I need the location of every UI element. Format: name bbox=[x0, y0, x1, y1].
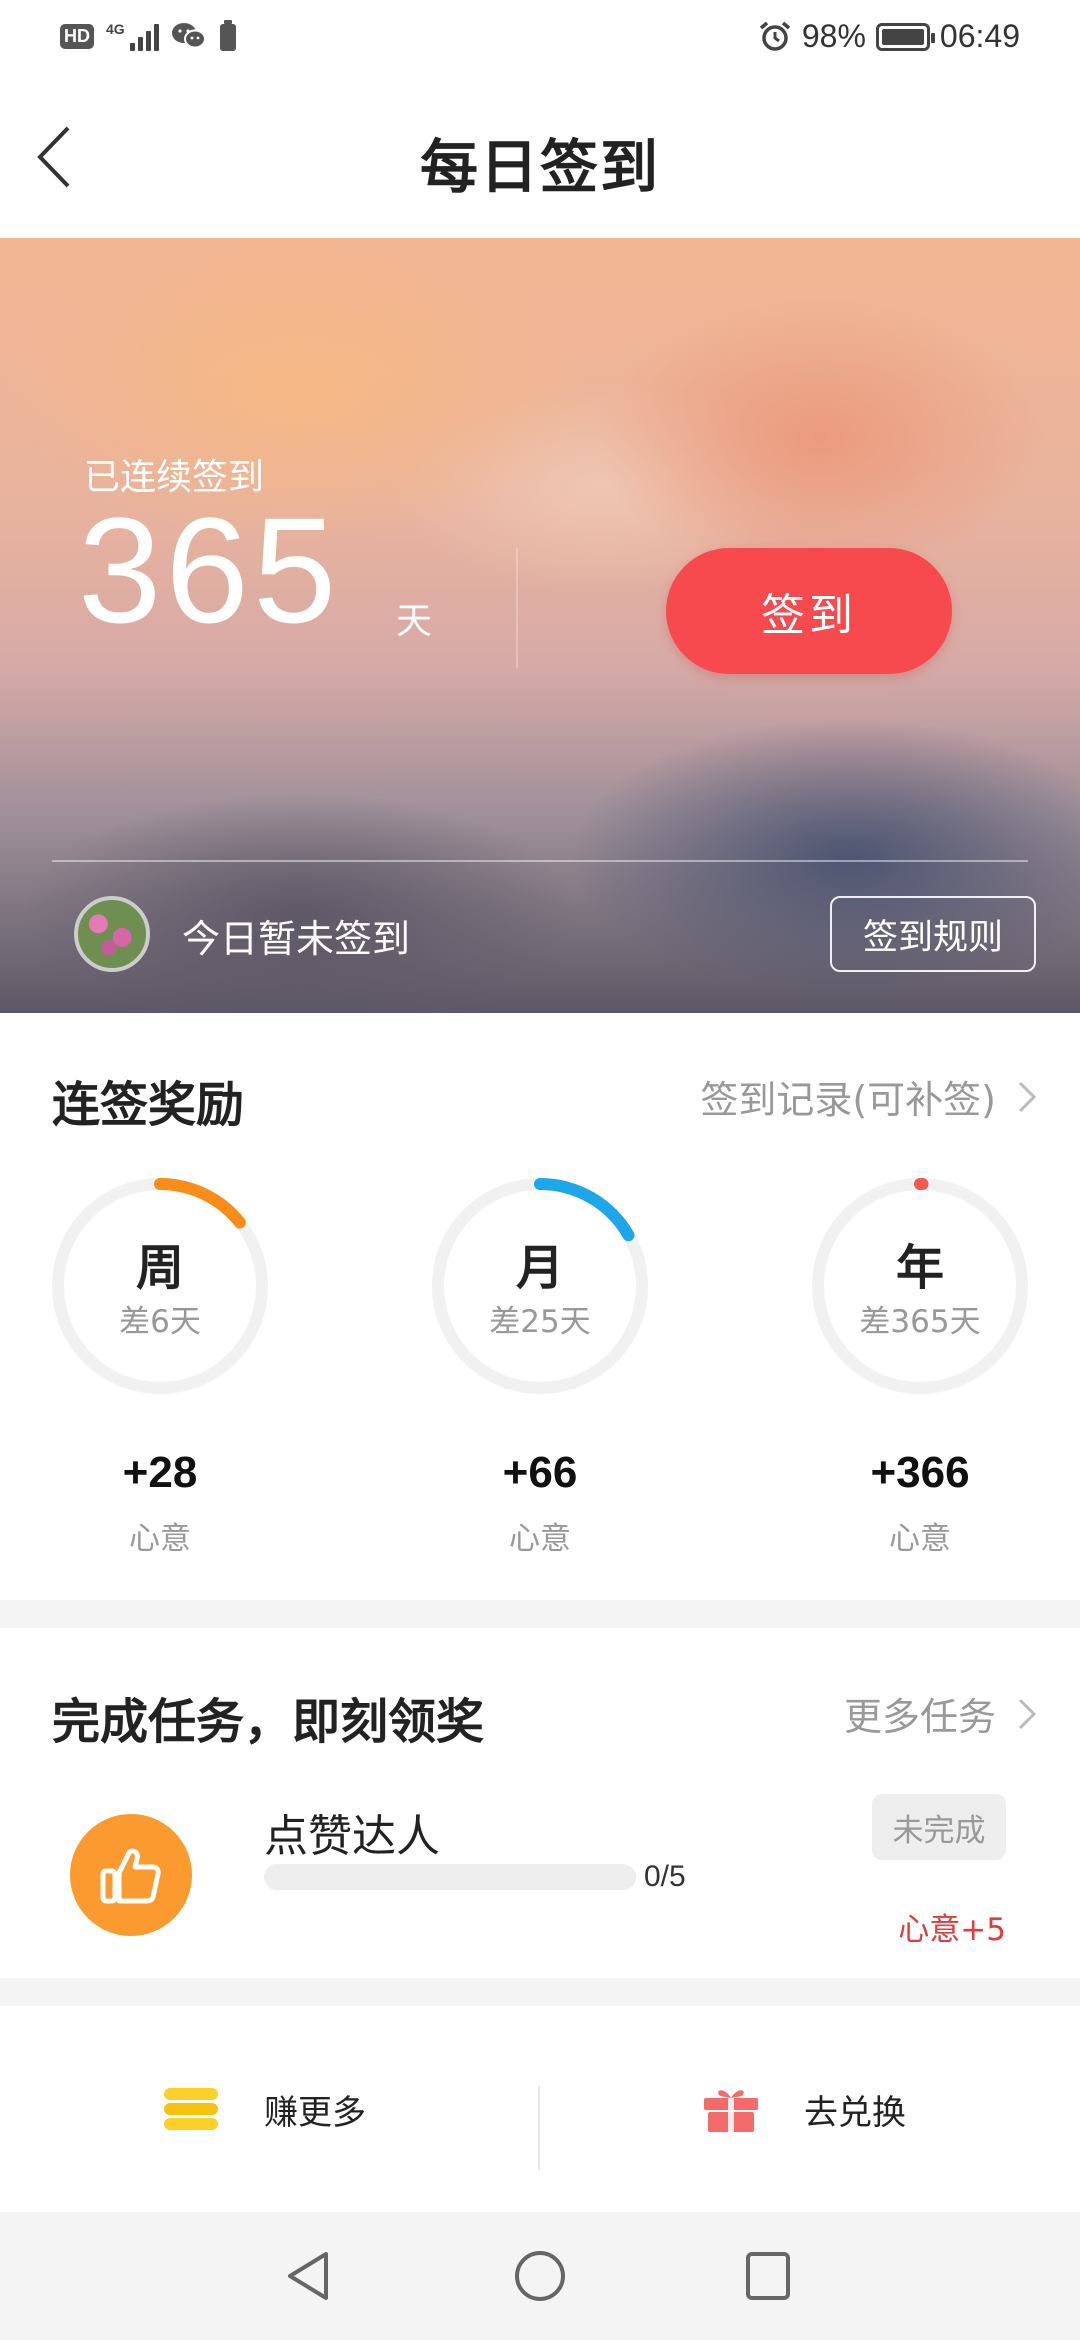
status-right: 98% 06:49 bbox=[758, 18, 1020, 55]
action-divider bbox=[538, 2086, 540, 2170]
tasks-title: 完成任务，即刻领奖 bbox=[52, 1694, 485, 1750]
streak-unit: 天 bbox=[396, 601, 433, 642]
checkin-hero: 已连续签到 365 天 签到 今日暂未签到 签到规则 bbox=[0, 238, 1080, 1013]
task-name: 点赞达人 bbox=[264, 1811, 440, 1862]
streak-days: 365 bbox=[78, 486, 341, 654]
status-bar: HD 4G 98% 06:49 bbox=[0, 0, 1080, 76]
checkin-record-label: 签到记录(可补签) bbox=[700, 1078, 996, 1122]
battery-icon bbox=[875, 22, 935, 51]
more-tasks-label: 更多任务 bbox=[843, 1695, 996, 1739]
nav-recents-icon[interactable] bbox=[738, 2246, 798, 2306]
status-left: HD 4G bbox=[60, 20, 237, 52]
earn-more-label: 赚更多 bbox=[264, 2092, 366, 2133]
reward-unit-month: 心意 bbox=[509, 1521, 571, 1557]
task-reward: 心意+5 bbox=[898, 1912, 1006, 1948]
reward-points-week: +28 bbox=[122, 1448, 198, 1497]
reward-remaining-year: 差365天 bbox=[859, 1304, 981, 1340]
redeem-button[interactable]: 去兑换 bbox=[702, 2006, 906, 2212]
reward-ring-year[interactable]: 年 差365天 bbox=[810, 1176, 1030, 1396]
today-status: 今日暂未签到 bbox=[182, 917, 411, 961]
avatar[interactable] bbox=[74, 896, 150, 972]
checkin-record-link[interactable]: 签到记录(可补签) bbox=[700, 1069, 1046, 1124]
hero-divider bbox=[516, 548, 518, 668]
thumbs-up-icon bbox=[70, 1814, 192, 1936]
reward-ring-month[interactable]: 月 差25天 bbox=[430, 1176, 650, 1396]
reward-points-year: +366 bbox=[870, 1448, 970, 1497]
hero-separator bbox=[52, 860, 1028, 862]
task-progress-text: 0/5 bbox=[644, 1860, 686, 1893]
task-progress-bar bbox=[264, 1864, 636, 1890]
network-type: 4G bbox=[106, 21, 125, 37]
rules-button[interactable]: 签到规则 bbox=[830, 896, 1036, 972]
signal-icon: 4G bbox=[106, 21, 159, 51]
gift-icon bbox=[704, 2090, 758, 2132]
redeem-label: 去兑换 bbox=[804, 2092, 906, 2133]
system-nav-bar bbox=[0, 2212, 1080, 2340]
reward-unit-year: 心意 bbox=[889, 1521, 951, 1557]
reward-ring-week[interactable]: 周 差6天 bbox=[50, 1176, 270, 1396]
battery-small-icon bbox=[219, 20, 236, 51]
wechat-icon bbox=[171, 23, 206, 49]
hd-icon: HD bbox=[60, 23, 94, 49]
reward-remaining-week: 差6天 bbox=[119, 1304, 201, 1340]
task-status-button[interactable]: 未完成 bbox=[872, 1794, 1006, 1860]
checkin-button[interactable]: 签到 bbox=[666, 548, 952, 674]
streak-rewards-card: 连签奖励 签到记录(可补签) 周 差6天 +28 心意 月 差25天 +66 心… bbox=[0, 1013, 1080, 1600]
reward-unit-week: 心意 bbox=[129, 1521, 191, 1557]
reward-period-month: 月 bbox=[515, 1240, 564, 1296]
chevron-right-icon bbox=[1018, 1081, 1037, 1112]
earn-more-button[interactable]: 赚更多 bbox=[162, 2006, 366, 2212]
status-time: 06:49 bbox=[939, 18, 1020, 54]
alarm-icon bbox=[759, 21, 790, 51]
tasks-card: 完成任务，即刻领奖 更多任务 点赞达人 0/5 未完成 心意+5 bbox=[0, 1628, 1080, 1978]
nav-back-icon[interactable] bbox=[280, 2246, 340, 2306]
coins-icon bbox=[164, 2088, 218, 2130]
reward-period-week: 周 bbox=[135, 1240, 184, 1296]
battery-percent: 98% bbox=[801, 18, 866, 54]
reward-remaining-month: 差25天 bbox=[489, 1304, 591, 1340]
bottom-action-bar: 赚更多 去兑换 bbox=[0, 2006, 1080, 2212]
header: 每日签到 bbox=[0, 76, 1080, 238]
nav-home-icon[interactable] bbox=[510, 2246, 570, 2306]
page-title: 每日签到 bbox=[419, 133, 660, 201]
more-tasks-link[interactable]: 更多任务 bbox=[844, 1686, 1046, 1741]
reward-period-year: 年 bbox=[895, 1240, 944, 1296]
reward-points-month: +66 bbox=[502, 1448, 578, 1497]
chevron-right-icon bbox=[1018, 1698, 1037, 1729]
rewards-title: 连签奖励 bbox=[52, 1077, 245, 1133]
